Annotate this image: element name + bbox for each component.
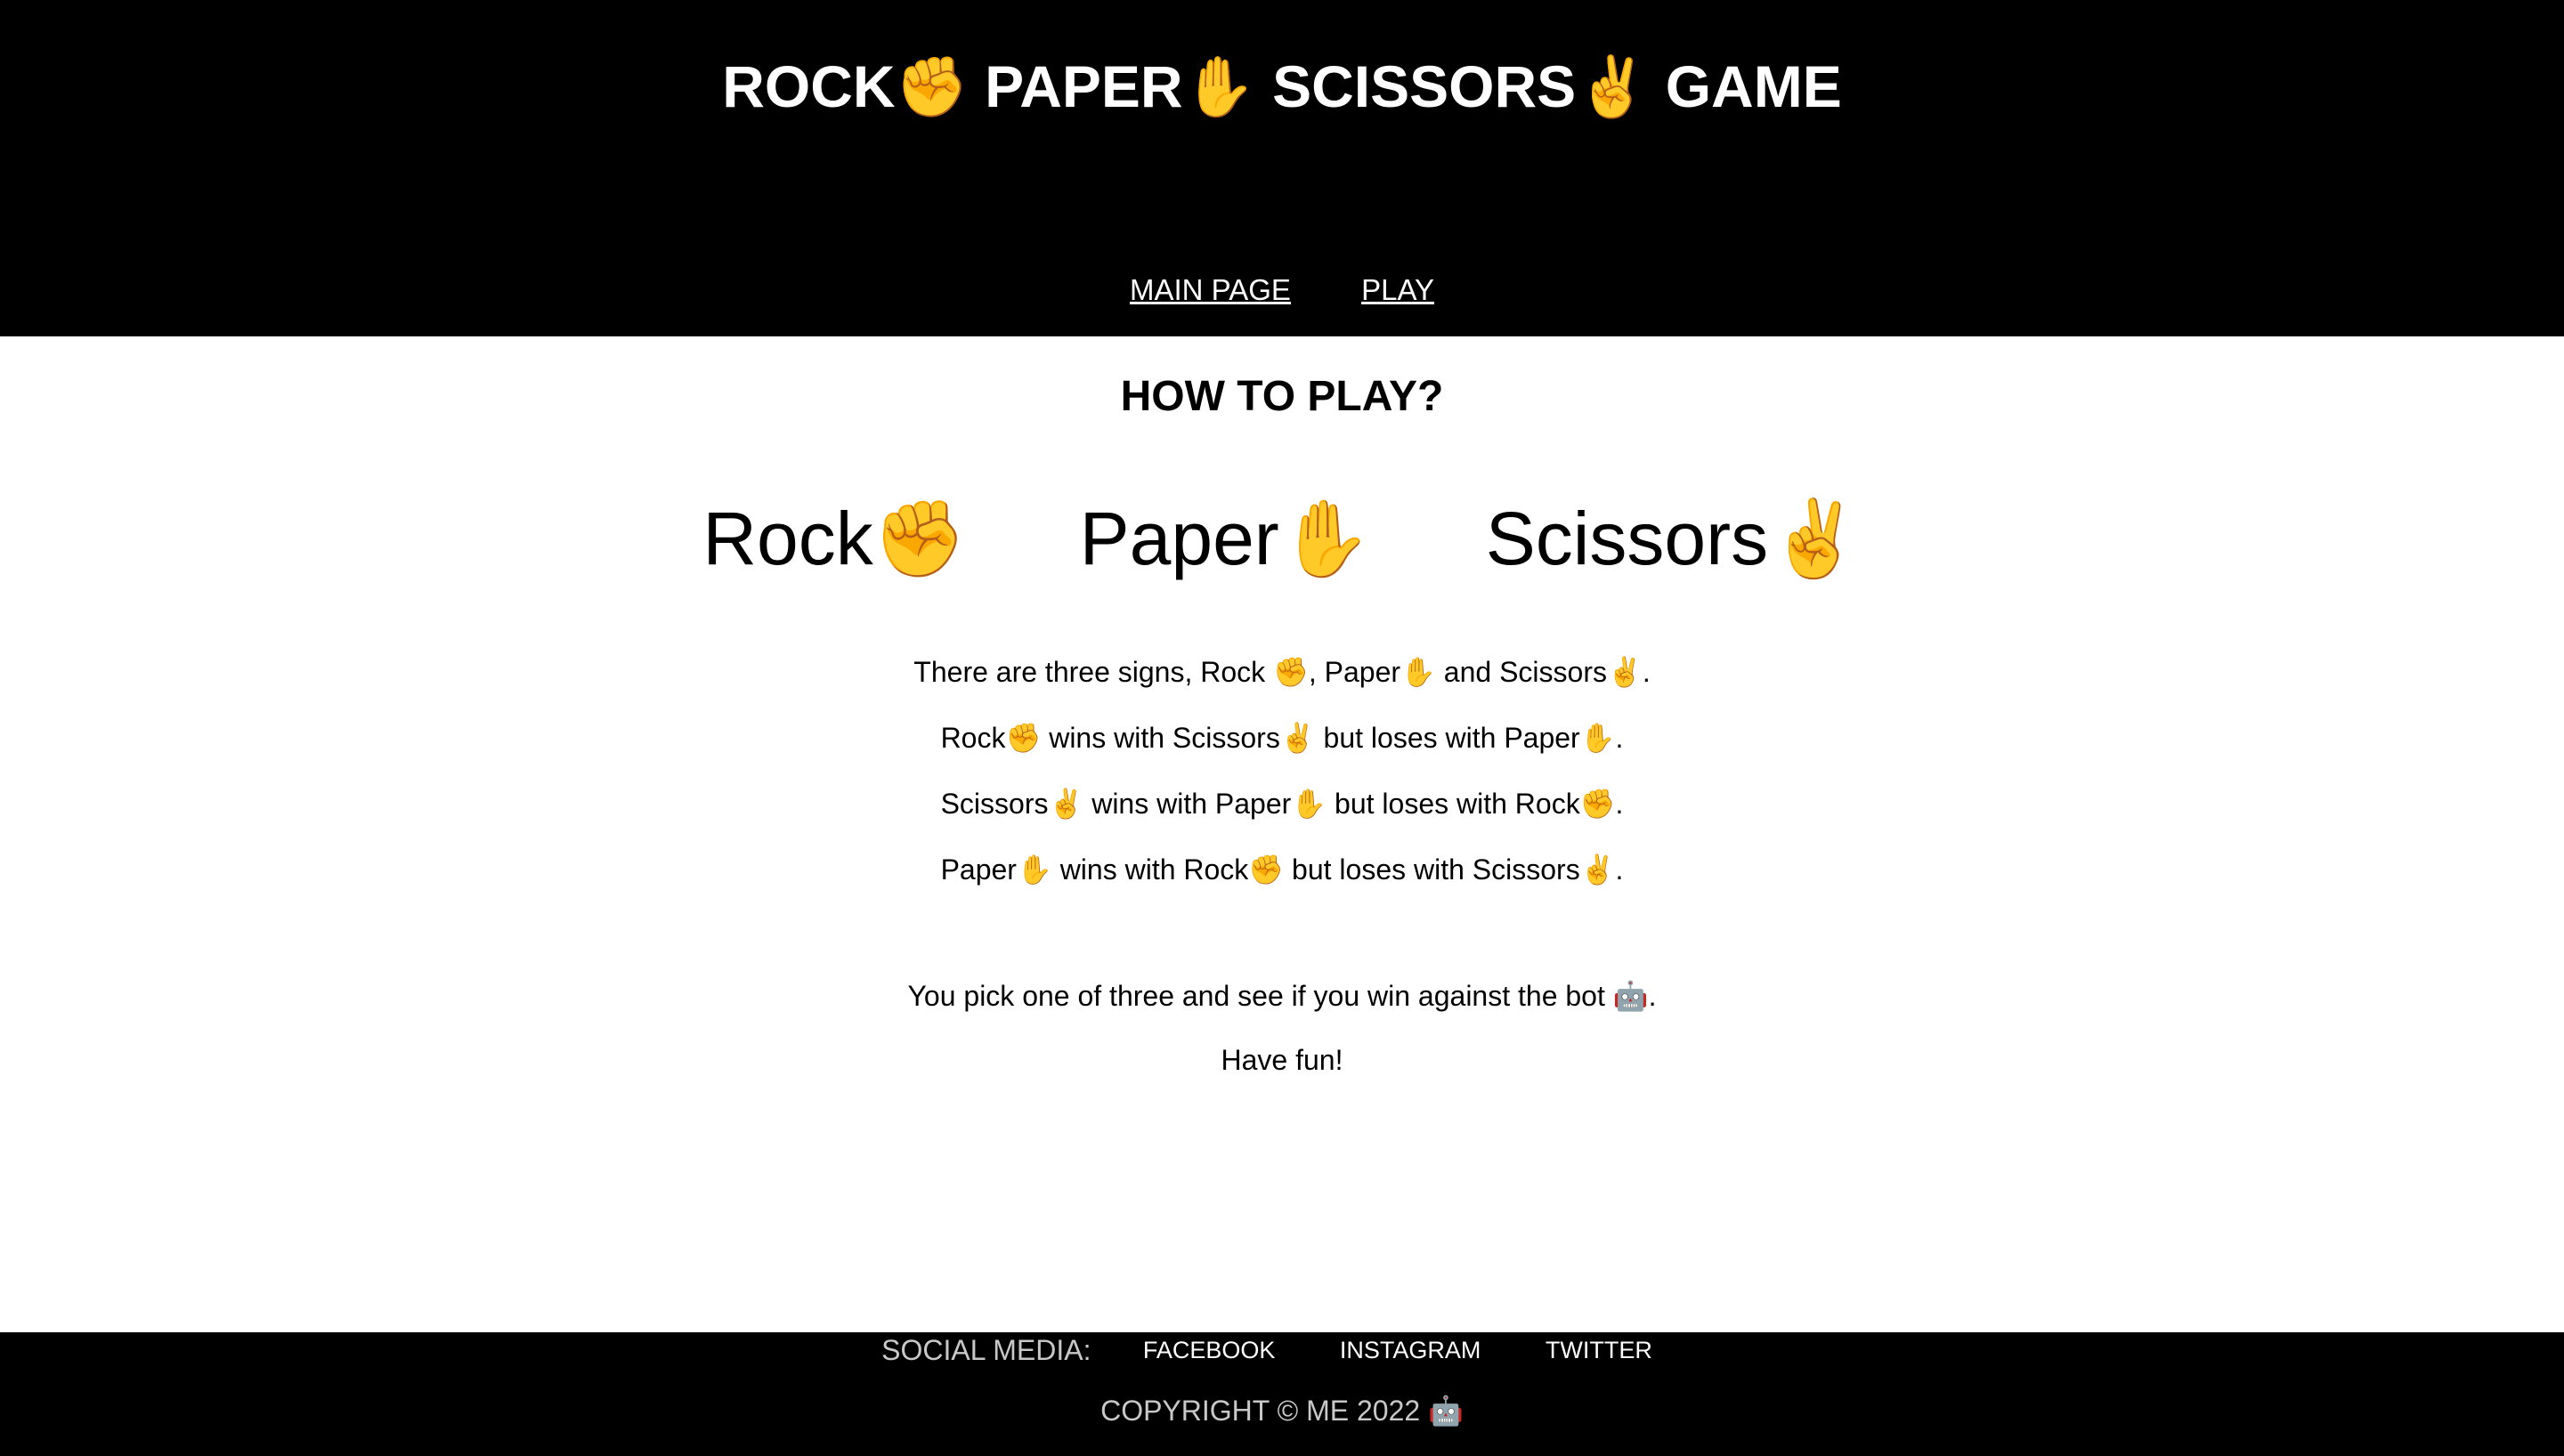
signs-row: Rock✊ Paper✋ Scissors✌️ <box>0 489 2564 587</box>
site-title: ROCK✊ PAPER✋ SCISSORS✌️ GAME <box>722 53 1842 119</box>
sign-rock: Rock✊ <box>702 497 967 580</box>
rule-text: Scissors✌️ wins with Paper✋ but loses wi… <box>940 788 1624 820</box>
closing-text: Have fun! <box>1221 1044 1343 1076</box>
main-nav: MAIN PAGE PLAY <box>0 267 2564 313</box>
site-footer: SOCIAL MEDIA: FACEBOOK INSTAGRAM TWITTER… <box>0 1332 2564 1456</box>
copyright-text: COPYRIGHT © ME 2022 🤖 <box>1100 1395 1464 1427</box>
social-media-label: SOCIAL MEDIA: <box>881 1334 1091 1366</box>
rule-text: There are three signs, Rock ✊, Paper✋ an… <box>913 656 1651 688</box>
facebook-link[interactable]: FACEBOOK <box>1143 1337 1276 1363</box>
instagram-link[interactable]: INSTAGRAM <box>1340 1337 1481 1363</box>
site-header: ROCK✊ PAPER✋ SCISSORS✌️ GAME MAIN PAGE P… <box>0 0 2564 336</box>
instructions-text: You pick one of three and see if you win… <box>907 980 1657 1012</box>
sign-scissors: Scissors✌️ <box>1485 497 1862 580</box>
rules-list: There are three signs, Rock ✊, Paper✋ an… <box>0 646 2564 910</box>
sign-paper: Paper✋ <box>1079 497 1373 580</box>
rule-text: Rock✊ wins with Scissors✌️ but loses wit… <box>940 722 1624 754</box>
rule-text: Paper✋ wins with Rock✊ but loses with Sc… <box>940 853 1624 886</box>
how-to-play-heading: HOW TO PLAY? <box>1120 373 1444 420</box>
nav-link-main-page[interactable]: MAIN PAGE <box>1130 273 1291 306</box>
instructions-block: You pick one of three and see if you win… <box>0 970 2564 1098</box>
social-media-row: SOCIAL MEDIA: FACEBOOK INSTAGRAM TWITTER <box>0 1332 2564 1368</box>
nav-link-play[interactable]: PLAY <box>1361 273 1434 306</box>
twitter-link[interactable]: TWITTER <box>1546 1337 1652 1363</box>
